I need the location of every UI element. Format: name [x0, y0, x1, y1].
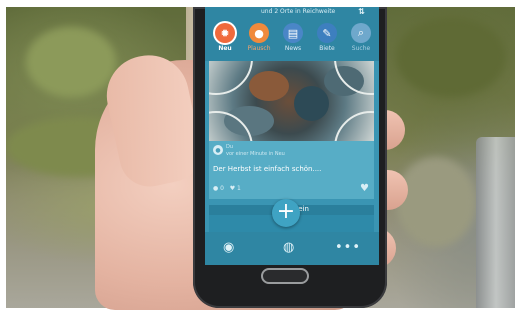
flame-icon: ✹ [215, 23, 235, 43]
post-card[interactable]: ● Du vor einer Minute in Neu Der Herbst … [209, 141, 374, 199]
post-stats: ● 0 ♥ 1 [213, 185, 241, 192]
like-small-icon: ♥ [229, 185, 236, 192]
chat-bubble-icon: ● [249, 23, 269, 43]
background-metal-post [476, 137, 515, 308]
tab-plausch[interactable]: ● Plausch [243, 23, 275, 52]
category-tabs: ✹ Neu ● Plausch ▤ News ✎ Biete ⌕ Suche [205, 21, 379, 61]
image-detail [334, 111, 374, 141]
app-header: und 2 Orte in Reichweite ⇅ [205, 7, 379, 21]
bottom-nav: ◉ ◍ ••• [205, 232, 379, 265]
tab-label: News [284, 45, 302, 52]
foliage-blur [396, 157, 476, 247]
post-image[interactable] [209, 61, 374, 141]
tab-label: Biete [319, 45, 335, 52]
comment-icon: ● [213, 185, 219, 192]
heart-icon[interactable]: ♥ [360, 183, 369, 194]
post-time: vor einer Minute in Neu [226, 151, 285, 157]
image-detail [294, 86, 329, 121]
search-icon: ⌕ [351, 23, 371, 43]
image-detail [209, 61, 253, 95]
tab-biete[interactable]: ✎ Biete [311, 23, 343, 52]
home-button[interactable] [261, 268, 309, 284]
newspaper-icon: ▤ [283, 23, 303, 43]
tab-neu[interactable]: ✹ Neu [209, 23, 241, 52]
broadcast-icon[interactable]: ◉ [223, 240, 234, 255]
profile-icon[interactable]: ◍ [283, 240, 294, 255]
tab-label: Plausch [247, 45, 271, 52]
post-meta: Du vor einer Minute in Neu [226, 144, 285, 158]
foliage-blur [26, 27, 116, 97]
tab-news[interactable]: ▤ News [277, 23, 309, 52]
post-author: Du [226, 144, 234, 150]
sort-icon[interactable]: ⇅ [358, 7, 365, 16]
more-icon[interactable]: ••• [335, 240, 361, 255]
like-count: 1 [237, 185, 241, 192]
post-text: Der Herbst ist einfach schön.... [213, 165, 322, 173]
tab-label: Neu [218, 45, 232, 52]
avatar: ● [213, 145, 223, 155]
tab-label: Suche [351, 45, 371, 52]
add-post-button[interactable]: + [272, 199, 300, 227]
header-subtitle: und 2 Orte in Reichweite [261, 8, 336, 15]
post-feed: ● Du vor einer Minute in Neu Der Herbst … [209, 61, 374, 265]
comment-count: 0 [220, 185, 224, 192]
pencil-icon: ✎ [317, 23, 337, 43]
tab-suche[interactable]: ⌕ Suche [345, 23, 377, 52]
app-screen: und 2 Orte in Reichweite ⇅ ✹ Neu ● Plaus… [205, 7, 379, 265]
image-detail [249, 71, 289, 101]
foliage-blur [396, 17, 506, 97]
